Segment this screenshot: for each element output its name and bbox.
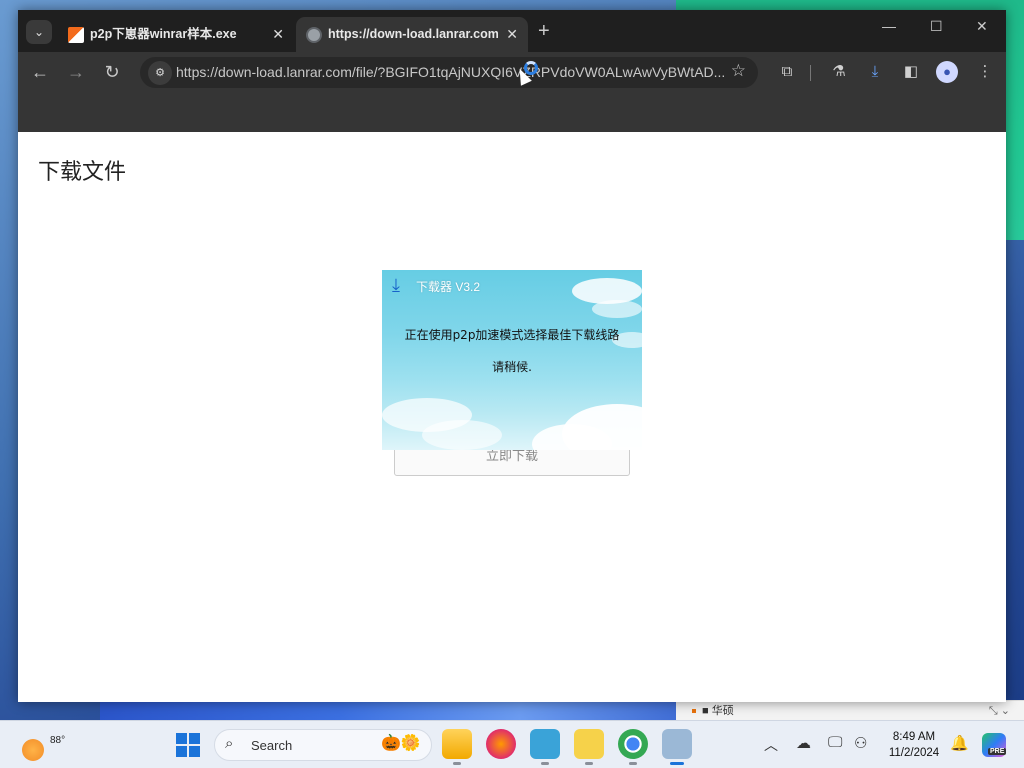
new-tab-icon[interactable]: +: [538, 18, 550, 44]
toolbar-divider: [810, 65, 811, 81]
page-title: 下载文件: [38, 160, 127, 185]
recycle-bin-icon[interactable]: [530, 729, 560, 765]
back-arrow-icon[interactable]: ←: [28, 60, 52, 84]
network-status-icon[interactable]: ⚇: [854, 734, 867, 752]
network-app-icon[interactable]: [662, 729, 692, 765]
extensions-icon[interactable]: ⧉: [776, 61, 798, 83]
labs-flask-icon[interactable]: ⚗: [828, 61, 850, 83]
notification-bell-icon[interactable]: 🔔: [950, 734, 969, 752]
copilot-preview-badge: PRE: [988, 748, 1007, 755]
display-icon[interactable]: 🖵: [828, 734, 842, 751]
dialog-message: 正在使用p2p加速模式选择最佳下载线路: [404, 328, 620, 342]
url-text[interactable]: https://down-load.lanrar.com/file/?BGIFO…: [176, 57, 724, 88]
side-panel-icon[interactable]: ◧: [900, 61, 922, 83]
clock-time: 8:49 AM: [892, 731, 936, 743]
browser-toolbar: ← → ↻ ⚙ https://down-load.lanrar.com/fil…: [18, 52, 1006, 92]
forward-arrow-icon[interactable]: →: [64, 60, 88, 84]
background-window[interactable]: ■ 华硕 ⤡ ⌄: [676, 700, 1024, 720]
clock-date: 11/2/2024: [888, 747, 940, 759]
system-clock[interactable]: 8:49 AM 11/2/2024: [884, 729, 944, 761]
download-icon[interactable]: ⤓: [864, 61, 886, 83]
firefox-icon[interactable]: [486, 729, 516, 759]
more-menu-icon[interactable]: ⋮: [974, 61, 996, 83]
minimize-icon[interactable]: —: [882, 18, 896, 34]
bookmark-bar: [18, 92, 1006, 132]
tab-strip: ⌄ p2p下崽器winrar样本.exe ✕ https://down-load…: [18, 10, 1006, 52]
tab-title: https://down-load.lanrar.com/: [328, 27, 498, 41]
search-label: Search: [251, 738, 293, 753]
tab-lanrar-active[interactable]: https://down-load.lanrar.com/ ✕: [296, 17, 528, 52]
close-tab-icon[interactable]: ✕: [272, 17, 284, 52]
chrome-icon[interactable]: [618, 729, 648, 765]
cloud-offline-icon[interactable]: ☁: [796, 734, 811, 752]
search-highlight-icon: 🎃🌼: [381, 735, 421, 752]
cloud-decoration: [592, 300, 642, 318]
file-explorer-icon[interactable]: [442, 729, 472, 765]
download-arrow-icon: ⤓: [392, 275, 400, 295]
downloader-dialog: ⤓ 下载器 V3.2 正在使用p2p加速模式选择最佳下载线路 请稍候.: [382, 270, 642, 450]
tab-search-button[interactable]: ⌄: [26, 20, 52, 44]
winrar-favicon-icon: [68, 27, 84, 43]
close-tab-icon[interactable]: ✕: [506, 17, 518, 52]
bookmark-star-icon[interactable]: ☆: [731, 61, 746, 81]
address-bar[interactable]: ⚙ https://down-load.lanrar.com/file/?BGI…: [140, 57, 758, 88]
resize-icon: ⤡ ⌄: [988, 705, 1010, 717]
profile-avatar-icon[interactable]: ●: [936, 61, 958, 83]
browser-window: ⌄ p2p下崽器winrar样本.exe ✕ https://down-load…: [18, 10, 1006, 702]
notes-app-icon[interactable]: [574, 729, 604, 765]
sun-weather-icon: [22, 739, 44, 761]
tab-title: p2p下崽器winrar样本.exe: [90, 27, 237, 41]
search-icon: ⌕: [225, 735, 234, 752]
taskbar: 88° ⌕ Search 🎃🌼 ︿ ☁ 🖵 ⚇ 8:49 AM 11/2/202…: [0, 720, 1024, 768]
reload-icon[interactable]: ↻: [100, 60, 124, 84]
maximize-icon[interactable]: ☐: [930, 18, 943, 35]
orange-dot-icon: [692, 709, 696, 714]
tab-p2p-downloader[interactable]: p2p下崽器winrar样本.exe ✕: [58, 17, 294, 52]
background-window-label: ■ 华硕: [702, 705, 734, 717]
dialog-wait-text: 请稍候.: [492, 360, 532, 374]
dialog-title: 下载器 V3.2: [416, 280, 481, 294]
weather-widget[interactable]: 88°: [20, 729, 65, 761]
taskbar-search-box[interactable]: ⌕ Search 🎃🌼: [214, 729, 432, 761]
web-page: 下载文件 立即下载 ⤓ 下载器 V3.2 正在使用p2p加速模式选择最佳下载线路…: [18, 132, 1006, 702]
site-info-icon[interactable]: ⚙: [148, 61, 172, 85]
cloud-decoration: [422, 420, 502, 450]
globe-favicon-icon: [306, 27, 322, 43]
windows-start-icon[interactable]: [176, 733, 200, 757]
weather-temperature: 88°: [50, 735, 66, 746]
close-window-icon[interactable]: ✕: [976, 18, 988, 35]
tray-overflow-chevron-icon[interactable]: ︿: [764, 735, 778, 755]
